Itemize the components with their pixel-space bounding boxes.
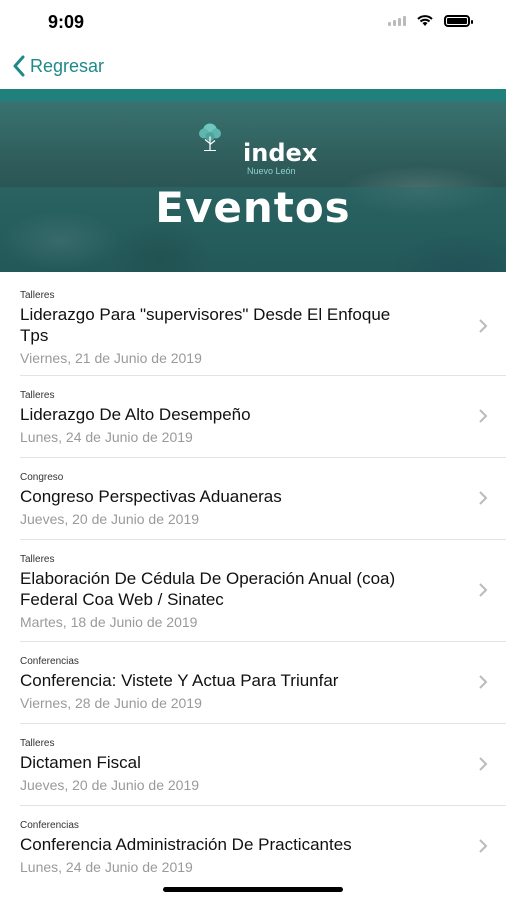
logo-text: index	[243, 139, 318, 167]
back-button[interactable]: Regresar	[12, 55, 104, 77]
logo-subtitle: Nuevo León	[247, 166, 296, 176]
event-row[interactable]: Talleres Liderazgo De Alto Desempeño Lun…	[20, 376, 506, 458]
event-date: Viernes, 28 de Junio de 2019	[20, 695, 202, 711]
event-category: Conferencias	[20, 656, 79, 667]
chevron-right-icon	[479, 675, 488, 689]
wifi-icon	[417, 15, 433, 26]
banner-top-strip	[0, 89, 506, 101]
chevron-right-icon	[479, 491, 488, 505]
status-bar: 9:09	[0, 0, 506, 44]
event-date: Jueves, 20 de Junio de 2019	[20, 511, 200, 527]
event-category: Talleres	[20, 290, 55, 301]
event-row[interactable]: Congreso Congreso Perspectivas Aduaneras…	[20, 458, 506, 540]
chevron-right-icon	[479, 839, 488, 853]
event-date: Viernes, 21 de Junio de 2019	[20, 350, 202, 366]
event-title: Conferencia: Vistete Y Actua Para Triunf…	[20, 671, 339, 690]
chevron-right-icon	[479, 319, 488, 333]
chevron-right-icon	[479, 757, 488, 771]
chevron-right-icon	[479, 583, 488, 597]
events-banner: index Nuevo León Eventos	[0, 89, 506, 272]
event-row[interactable]: Conferencias Conferencia Administración …	[20, 806, 506, 886]
battery-icon	[444, 14, 473, 27]
event-row[interactable]: Talleres Dictamen Fiscal Jueves, 20 de J…	[20, 724, 506, 806]
event-date: Lunes, 24 de Junio de 2019	[20, 859, 193, 875]
events-list: Talleres Liderazgo Para "supervisores" D…	[0, 280, 506, 886]
chevron-left-icon	[13, 55, 25, 77]
page-title: Eventos	[155, 183, 351, 232]
event-title: Conferencia Administración De Practicant…	[20, 835, 352, 854]
event-title: Elaboración De Cédula De Operación Anual…	[20, 569, 396, 609]
event-row[interactable]: Talleres Liderazgo Para "supervisores" D…	[20, 280, 506, 376]
event-title: Congreso Perspectivas Aduaneras	[20, 487, 282, 506]
event-title: Dictamen Fiscal	[20, 753, 141, 772]
event-category: Conferencias	[20, 820, 79, 831]
event-category: Talleres	[20, 390, 55, 401]
event-row[interactable]: Talleres Elaboración De Cédula De Operac…	[20, 540, 506, 642]
status-time: 9:09	[48, 12, 85, 32]
event-date: Martes, 18 de Junio de 2019	[20, 614, 198, 630]
event-category: Congreso	[20, 472, 64, 483]
chevron-right-icon	[479, 409, 488, 423]
event-title: Liderazgo Para "supervisores" Desde El E…	[20, 305, 391, 345]
status-icons	[388, 14, 473, 27]
nav-bar: Regresar	[0, 50, 506, 86]
event-date: Jueves, 20 de Junio de 2019	[20, 777, 200, 793]
event-date: Lunes, 24 de Junio de 2019	[20, 429, 193, 445]
event-category: Talleres	[20, 738, 55, 749]
event-row[interactable]: Conferencias Conferencia: Vistete Y Actu…	[20, 642, 506, 724]
home-indicator[interactable]	[163, 887, 343, 892]
signal-icon	[388, 15, 406, 26]
event-title: Liderazgo De Alto Desempeño	[20, 405, 251, 424]
back-label: Regresar	[30, 55, 105, 76]
event-category: Talleres	[20, 554, 55, 565]
